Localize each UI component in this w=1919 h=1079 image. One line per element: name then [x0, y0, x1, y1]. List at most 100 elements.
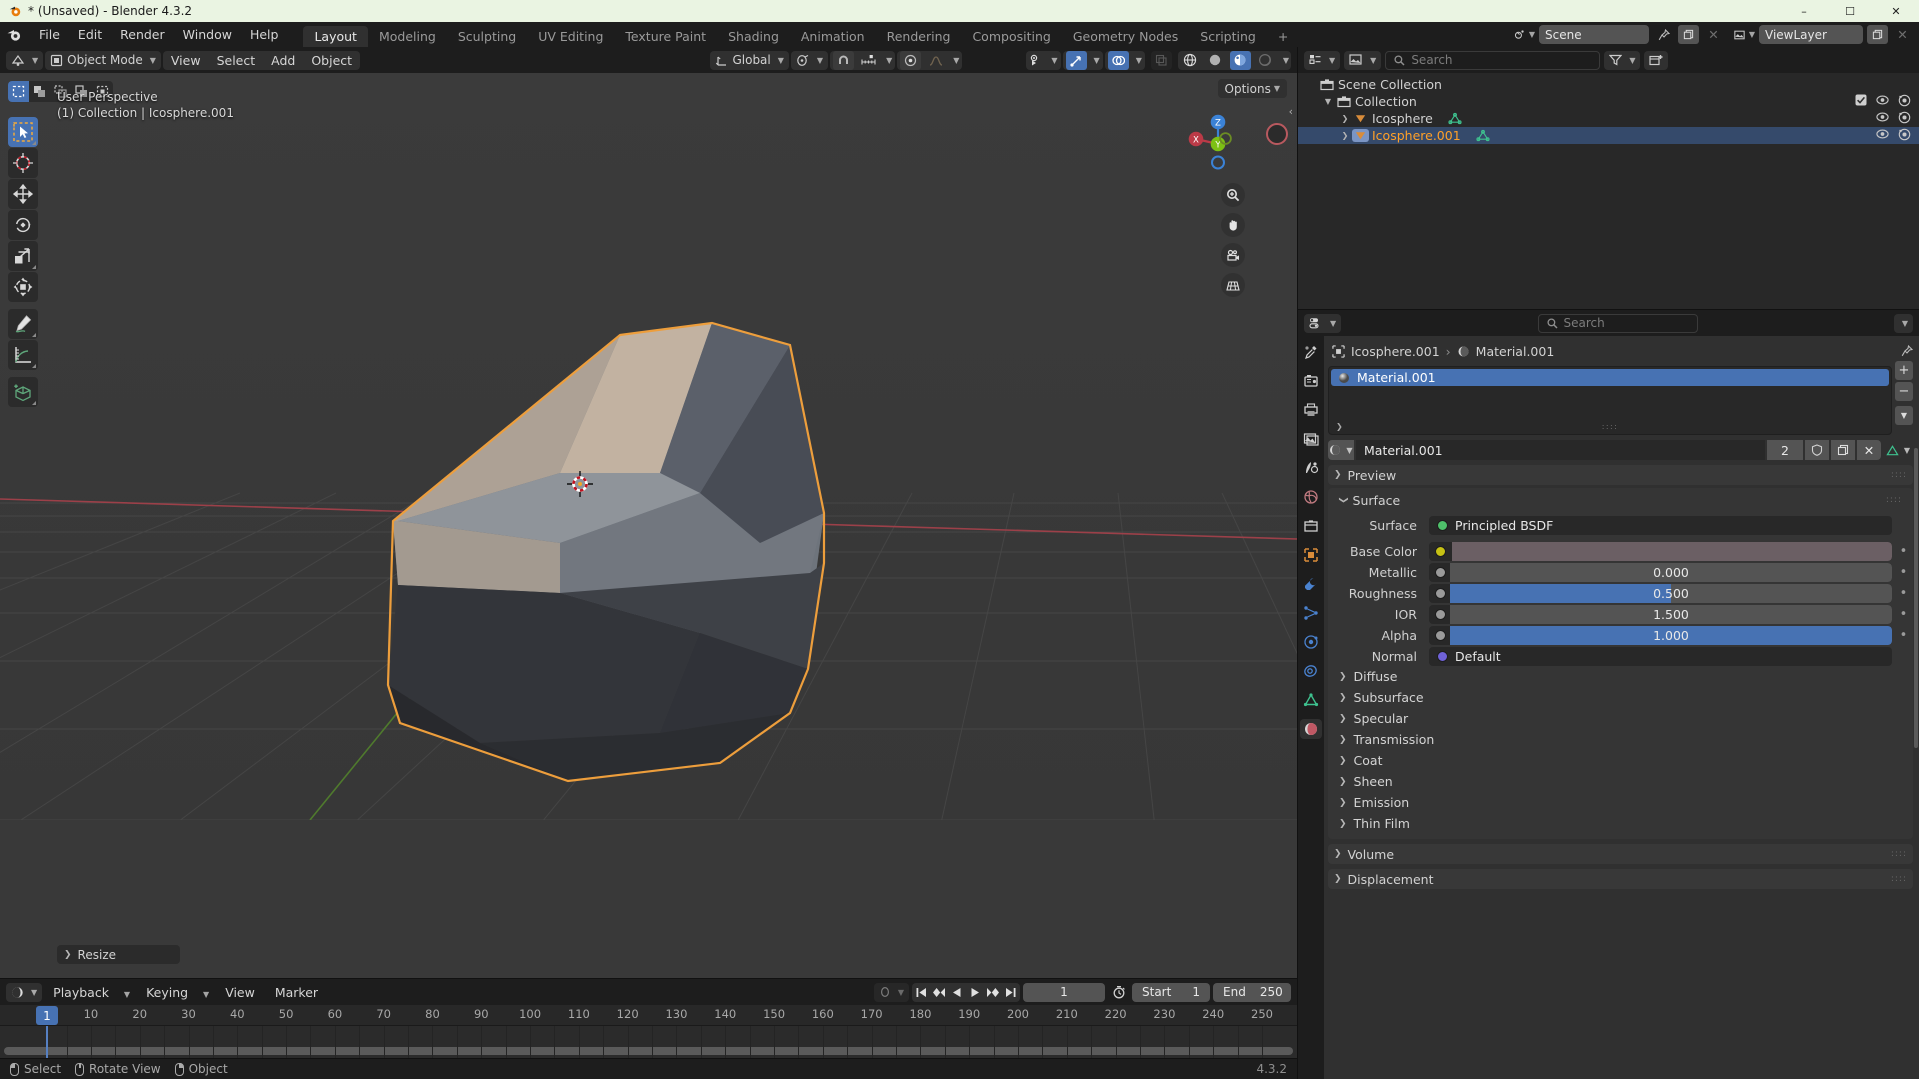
timeline-horizontal-scrollbar[interactable] [4, 1047, 1293, 1055]
grip-dots[interactable]: :::: [1602, 422, 1618, 431]
jump-to-start-icon[interactable] [912, 983, 930, 1002]
ortho-perspective-icon[interactable] [1221, 273, 1245, 297]
tool-scale[interactable] [8, 241, 38, 271]
timeline-editor-type-selector[interactable]: ▼ [6, 982, 43, 1002]
object-tab[interactable] [1300, 545, 1322, 565]
new-scene-button[interactable] [1678, 25, 1699, 44]
mesh-data-icon[interactable] [1475, 129, 1492, 142]
timeline-ruler[interactable]: 10 20 30 40 50 60 70 80 90 100 110 120 130 140 150 160 1… [0, 1005, 1297, 1026]
material-tab[interactable] [1300, 719, 1322, 739]
menu-render[interactable]: Render [111, 24, 174, 46]
workspace-tab-shading[interactable]: Shading [717, 26, 790, 47]
tool-annotate[interactable] [8, 309, 38, 339]
grip-dots[interactable]: :::: [1891, 874, 1907, 884]
camera-view-toggle[interactable] [1266, 123, 1288, 145]
output-tab[interactable] [1300, 400, 1322, 420]
play-reverse-icon[interactable] [948, 983, 966, 1002]
viewport-menu-view[interactable]: View [163, 53, 209, 68]
tool-cursor[interactable] [8, 148, 38, 178]
constraints-tab[interactable] [1300, 661, 1322, 681]
camera-icon[interactable] [1221, 243, 1245, 267]
hide-in-viewport-icon[interactable] [1876, 111, 1889, 126]
timeline-menu-keying[interactable]: Keying [138, 985, 196, 1000]
menu-help[interactable]: Help [241, 24, 288, 46]
metallic-field[interactable]: 0.000 [1429, 562, 1892, 582]
unlink-material-button[interactable]: ✕ [1857, 440, 1881, 460]
subpanel-sheen[interactable]: ❯ Sheen [1333, 771, 1908, 792]
base-color-swatch[interactable] [1452, 541, 1892, 561]
playhead-frame-label[interactable]: 1 [36, 1006, 58, 1025]
panel-displacement[interactable]: ❯ Displacement :::: [1328, 869, 1913, 889]
view-layer-tab[interactable] [1300, 429, 1322, 449]
outliner-row[interactable]: Scene Collection [1298, 76, 1919, 93]
workspace-tab-layout[interactable]: Layout [303, 26, 368, 47]
subpanel-emission[interactable]: ❯ Emission [1333, 792, 1908, 813]
workspace-tab-rendering[interactable]: Rendering [876, 26, 962, 47]
workspace-tab-texture-paint[interactable]: Texture Paint [614, 26, 717, 47]
subpanel-diffuse[interactable]: ❯ Diffuse [1333, 666, 1908, 687]
material-slot-item[interactable]: Material.001 [1331, 369, 1889, 386]
material-name-field[interactable]: Material.001 [1356, 440, 1765, 460]
maximize-button[interactable]: ☐ [1827, 0, 1873, 22]
overlays-toggle-icon[interactable] [1107, 50, 1129, 70]
collection-checkbox[interactable] [1855, 94, 1867, 109]
select-invert-icon[interactable] [71, 81, 92, 102]
roughness-field[interactable]: 0.500 [1429, 583, 1892, 603]
close-button[interactable]: ✕ [1873, 0, 1919, 22]
outliner-row[interactable]: ❯ Icosphere.001 [1298, 127, 1919, 144]
hide-in-viewport-icon[interactable] [1876, 128, 1889, 143]
timeline-menu-view[interactable]: View [217, 985, 263, 1000]
normal-field[interactable]: Default [1429, 646, 1892, 666]
operator-redo-panel[interactable]: ❯ Resize [57, 945, 180, 964]
render-tab[interactable] [1300, 371, 1322, 391]
navigation-gizmo[interactable]: Z X Y [1181, 107, 1255, 181]
3d-viewport[interactable]: User Perspective (1) Collection | Icosph… [0, 73, 1297, 978]
hide-in-viewport-icon[interactable] [1876, 94, 1889, 109]
tool-move[interactable] [8, 179, 38, 209]
current-frame-field[interactable]: 1 [1023, 982, 1105, 1002]
properties-options-button[interactable]: ▼ [1893, 313, 1913, 333]
panel-surface[interactable]: ❯ Surface :::: [1333, 490, 1908, 510]
panel-volume[interactable]: ❯ Volume :::: [1328, 844, 1913, 864]
material-browse-icon[interactable]: ▼ [1328, 440, 1354, 460]
select-extend-icon[interactable] [29, 81, 50, 102]
playhead[interactable] [46, 1026, 48, 1058]
xray-toggle-icon[interactable] [1150, 50, 1172, 70]
outliner-row[interactable]: ❯ Icosphere [1298, 110, 1919, 127]
scene-name-field[interactable]: Scene [1539, 25, 1649, 44]
remove-material-slot-button[interactable]: − [1895, 382, 1913, 401]
minimize-button[interactable]: – [1781, 0, 1827, 22]
workspace-tab-animation[interactable]: Animation [790, 26, 876, 47]
duplicate-material-button[interactable] [1831, 440, 1855, 460]
interaction-mode-selector[interactable]: Object Mode ▼ [45, 50, 161, 70]
viewport-menu-add[interactable]: Add [263, 53, 303, 68]
timeline-body[interactable] [0, 1026, 1297, 1058]
workspace-tab-geometry-nodes[interactable]: Geometry Nodes [1062, 26, 1189, 47]
world-tab[interactable] [1300, 487, 1322, 507]
surface-shader-field[interactable]: Principled BSDF [1429, 515, 1892, 535]
properties-editor-type-selector[interactable]: ▼ [1304, 313, 1342, 333]
chevron-down-icon[interactable]: ▼ [1321, 97, 1335, 106]
outliner-row[interactable]: ▼ Collection [1298, 93, 1919, 110]
timeline-menu-playback[interactable]: Playback [45, 985, 117, 1000]
select-subtract-icon[interactable] [50, 81, 71, 102]
tool-measure[interactable] [8, 340, 38, 370]
viewport-options-button[interactable]: Options ▼ [1217, 79, 1287, 98]
transform-orientation-selector[interactable]: Global ▼ [710, 50, 789, 70]
next-keyframe-icon[interactable] [984, 983, 1002, 1002]
remove-scene-button[interactable]: ✕ [1703, 25, 1724, 44]
panel-preview[interactable]: ❯ Preview :::: [1328, 465, 1913, 485]
workspace-tab-sculpting[interactable]: Sculpting [447, 26, 527, 47]
visibility-selector[interactable]: ▼ [1026, 50, 1061, 70]
editor-type-selector[interactable]: ▼ [6, 50, 44, 70]
outliner-new-collection-button[interactable] [1644, 50, 1669, 70]
frame-end-field[interactable]: End 250 [1213, 982, 1291, 1002]
scene-tab[interactable] [1300, 458, 1322, 478]
animate-property-dot[interactable]: • [1899, 586, 1908, 601]
add-material-slot-button[interactable]: + [1895, 361, 1913, 380]
magnet-icon[interactable] [833, 50, 855, 70]
material-slot-list[interactable]: Material.001 ❯ :::: [1328, 366, 1892, 435]
breadcrumb-object[interactable]: Icosphere.001 [1351, 344, 1440, 359]
viewlayer-browse-icon[interactable]: ▼ [1734, 25, 1755, 44]
material-type-selector[interactable]: ▼ [1883, 440, 1913, 460]
